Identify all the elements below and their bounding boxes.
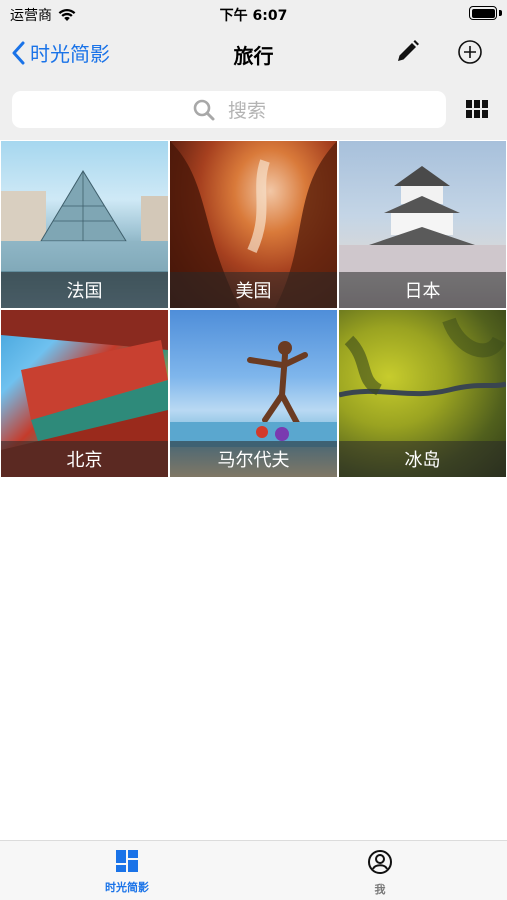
grid-cell [482, 100, 488, 108]
grid-cell [474, 110, 480, 118]
tab-home[interactable]: 时光简影 [77, 849, 177, 895]
album-grid: 法国 美国 日本 北京 马尔代夫 冰岛 [1, 141, 506, 477]
album-label: 美国 [170, 272, 337, 308]
battery-icon [469, 6, 497, 20]
tab-bar: 时光简影 我 [0, 840, 507, 900]
grid-cell [466, 110, 472, 118]
status-time: 下午 6:07 [219, 8, 288, 24]
album-label: 马尔代夫 [170, 441, 337, 477]
plus-circle-icon [458, 40, 482, 64]
album-tile-japan[interactable]: 日本 [339, 141, 506, 308]
tab-me-label: 我 [374, 883, 386, 896]
album-label: 北京 [1, 441, 168, 477]
search-placeholder: 搜索 [227, 100, 266, 122]
album-tile-france[interactable]: 法国 [1, 141, 168, 308]
grid-cell [466, 100, 472, 108]
grid-cell [474, 100, 480, 108]
add-button[interactable] [457, 39, 483, 65]
album-tile-maldives[interactable]: 马尔代夫 [170, 310, 337, 477]
battery-level [471, 8, 495, 18]
navigation-bar: 时光简影 旅行 [0, 30, 507, 74]
tab-home-label: 时光简影 [105, 881, 149, 894]
album-tile-iceland[interactable]: 冰岛 [339, 310, 506, 477]
dashboard-icon [116, 850, 138, 872]
tab-me[interactable]: 我 [330, 849, 430, 897]
album-tile-beijing[interactable]: 北京 [1, 310, 168, 477]
search-input[interactable]: 搜索 [12, 91, 446, 128]
album-label: 法国 [1, 272, 168, 308]
page-title: 旅行 [233, 44, 274, 68]
battery-tip [499, 10, 502, 16]
edit-button[interactable] [393, 38, 421, 66]
grid-view-icon[interactable] [466, 100, 488, 118]
status-bar: 运营商 下午 6:07 [0, 0, 507, 28]
pencil-icon [398, 40, 419, 61]
magnifier-icon [193, 99, 215, 120]
album-tile-usa[interactable]: 美国 [170, 141, 337, 308]
grid-cell [482, 110, 488, 118]
album-label: 日本 [339, 272, 506, 308]
user-circle-icon [368, 850, 392, 874]
album-label: 冰岛 [339, 441, 506, 477]
